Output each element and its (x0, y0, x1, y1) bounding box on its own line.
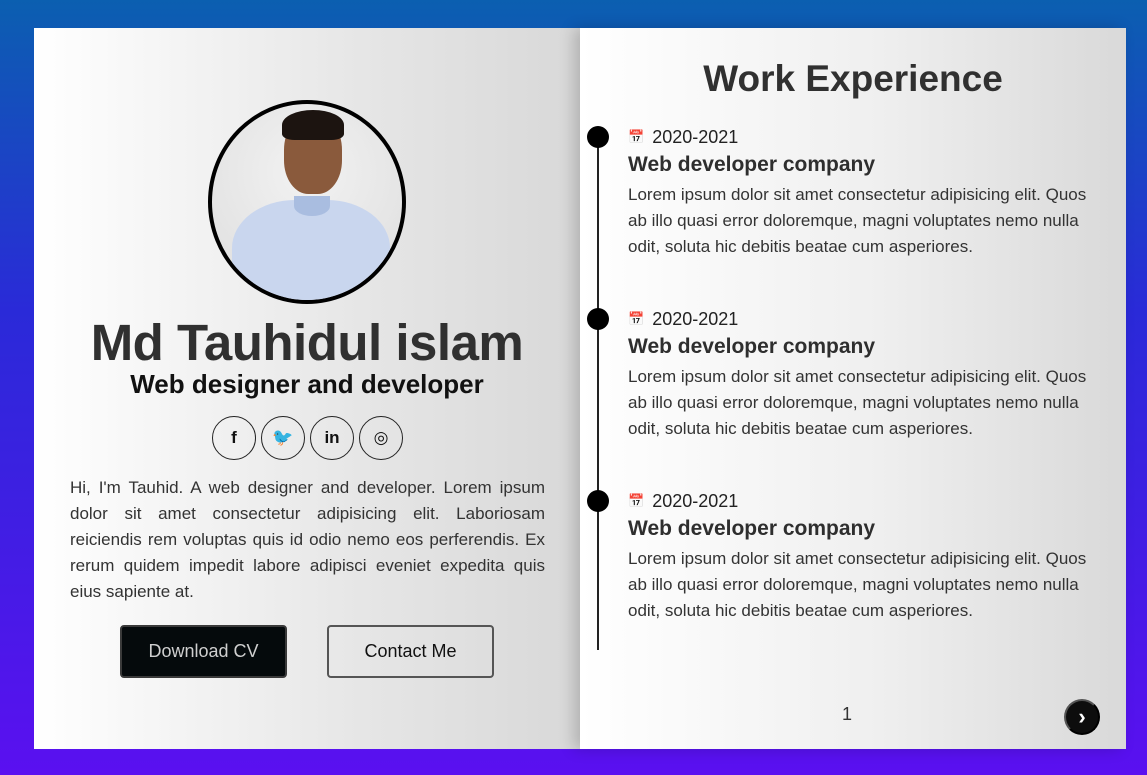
entry-company: Web developer company (628, 335, 876, 358)
calendar-icon: 📅 (628, 311, 645, 326)
entry-date: 📅 2020-2021 (628, 490, 738, 512)
timeline-dot (587, 490, 609, 512)
entry-date: 📅 2020-2021 (628, 308, 738, 330)
entry-description: Lorem ipsum dolor sit amet consectetur a… (628, 185, 1087, 256)
profile-role: Web designer and developer (130, 369, 484, 399)
instagram-icon[interactable]: ◎ (359, 416, 403, 460)
contact-me-button[interactable]: Contact Me (327, 625, 494, 678)
linkedin-icon[interactable]: in (310, 416, 354, 460)
entry-description: Lorem ipsum dolor sit amet consectetur a… (628, 367, 1087, 438)
avatar-hair (282, 110, 344, 140)
work-experience-page: Work Experience 📅 2020-2021 Web develope… (580, 28, 1126, 749)
profile-avatar (208, 100, 406, 304)
entry-date: 📅 2020-2021 (628, 126, 738, 148)
timeline-dot (587, 308, 609, 330)
entry-company: Web developer company (628, 153, 876, 176)
entry-date-text: 2020-2021 (652, 126, 739, 147)
download-cv-button[interactable]: Download CV (120, 625, 287, 678)
entry-company: Web developer company (628, 517, 876, 540)
profile-page: Md Tauhidul islam Web designer and devel… (34, 28, 580, 749)
entry-date-text: 2020-2021 (652, 308, 739, 329)
entry-date-text: 2020-2021 (652, 490, 739, 511)
avatar-collar (294, 196, 330, 216)
facebook-icon[interactable]: f (212, 416, 256, 460)
social-links: f 🐦 in ◎ (212, 416, 404, 460)
profile-bio: Hi, I'm Tauhid. A web designer and devel… (70, 478, 545, 601)
chevron-right-icon: › (1078, 704, 1086, 729)
twitter-icon[interactable]: 🐦 (261, 416, 305, 460)
page-number: 1 (842, 704, 853, 724)
page-title: Work Experience (703, 58, 1003, 99)
profile-name: Md Tauhidul islam (90, 314, 524, 371)
calendar-icon: 📅 (628, 493, 645, 508)
next-page-button[interactable]: › (1064, 699, 1100, 735)
calendar-icon: 📅 (628, 129, 645, 144)
timeline-line (597, 134, 599, 650)
entry-description: Lorem ipsum dolor sit amet consectetur a… (628, 549, 1087, 620)
timeline-dot (587, 126, 609, 148)
